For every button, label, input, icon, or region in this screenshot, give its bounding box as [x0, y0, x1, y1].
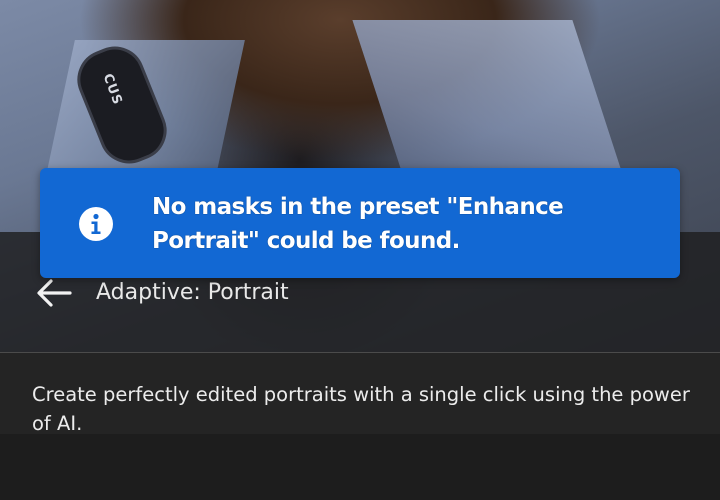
- bottom-panel: [0, 434, 720, 500]
- toast-notification[interactable]: No masks in the preset "Enhance Portrait…: [40, 168, 680, 278]
- back-button[interactable]: [34, 276, 74, 310]
- panel-title: Adaptive: Portrait: [96, 280, 289, 305]
- divider: [0, 352, 720, 353]
- toast-message: No masks in the preset "Enhance Portrait…: [152, 194, 564, 254]
- feature-description: Create perfectly edited portraits with a…: [32, 383, 690, 435]
- arrow-left-icon: [34, 276, 74, 310]
- info-icon: [78, 206, 114, 242]
